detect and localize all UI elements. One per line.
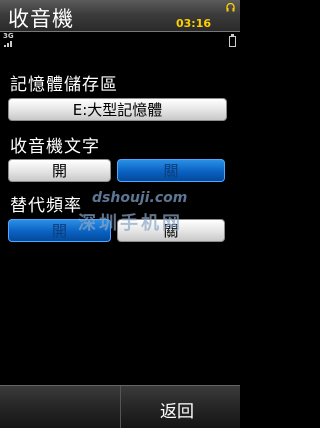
clock: 03:16 [176,17,212,30]
left-softkey[interactable] [0,386,121,428]
radio-text-off-button[interactable]: 關 [117,159,225,182]
alt-freq-on-label: 開 [51,222,67,240]
app-title: 收音機 [8,7,74,31]
radio-text-label: 收音機文字 [10,137,100,157]
title-bar: 收音機 03:16 [0,0,240,32]
radio-text-off-label: 關 [163,162,179,180]
back-button[interactable]: 返回 [160,397,194,422]
signal-icon [4,41,14,47]
watermark-name: 深圳手机网 [78,213,183,234]
storage-label: 記憶體儲存區 [10,75,118,95]
alt-freq-label: 替代頻率 [10,196,82,216]
storage-value: E:大型記憶體 [72,101,163,119]
battery-icon [229,34,236,47]
network-type: 3G [3,32,14,40]
radio-text-on-button[interactable]: 開 [8,159,111,182]
storage-selector[interactable]: E:大型記憶體 [8,98,227,121]
watermark-site: dshouji.com [92,190,188,206]
softkey-bar: 返回 [0,385,240,428]
headphone-icon [226,3,235,12]
radio-text-on-label: 開 [51,162,67,180]
